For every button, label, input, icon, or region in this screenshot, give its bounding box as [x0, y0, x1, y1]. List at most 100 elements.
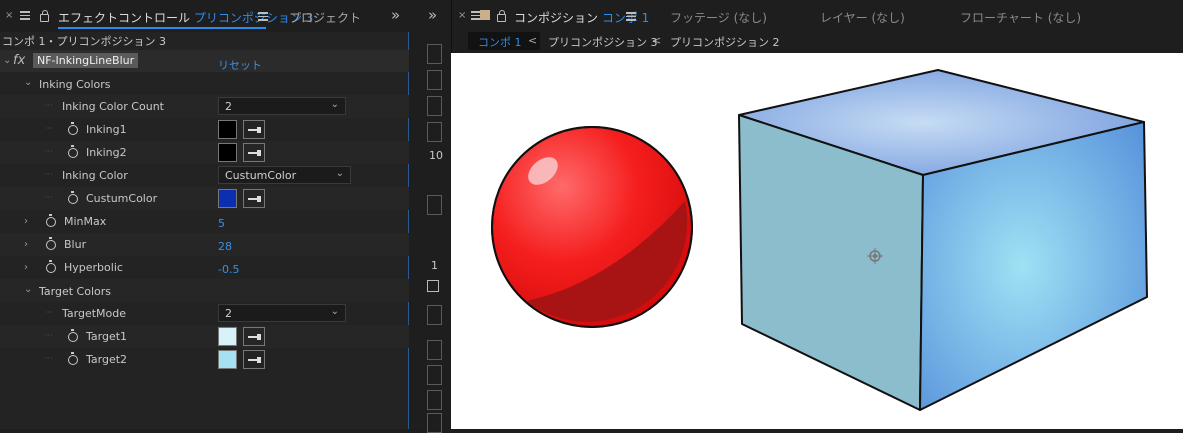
expand-chevron-icon[interactable]: › [24, 216, 28, 227]
minmax-row [0, 210, 409, 233]
minmax-value[interactable]: 5 [218, 217, 225, 230]
blur-label: Blur [64, 238, 87, 251]
close-tab-button[interactable]: × [458, 10, 466, 21]
reset-link[interactable]: リセット [218, 57, 262, 73]
target-mode-value: 2 [225, 307, 232, 320]
custum-color-swatch[interactable] [218, 189, 237, 208]
inking-color-value: CustumColor [225, 169, 297, 182]
composition-viewer[interactable] [451, 53, 1183, 429]
hyperbolic-row [0, 256, 409, 279]
strip-control[interactable] [427, 96, 442, 116]
expand-chevron-icon[interactable]: › [24, 239, 28, 250]
active-tab-underline [58, 27, 266, 29]
effect-collapse-chevron-icon[interactable]: ⌄ [3, 55, 11, 66]
tab-menu-icon[interactable] [258, 12, 268, 23]
stopwatch-icon[interactable] [68, 352, 78, 365]
eyedropper-icon[interactable] [243, 120, 265, 139]
blur-value[interactable]: 28 [218, 240, 232, 253]
custum-color-row [0, 187, 409, 210]
strip-control[interactable] [427, 365, 442, 385]
strip-value: 1 [431, 259, 438, 272]
eyedropper-icon[interactable] [243, 350, 265, 369]
panel-overflow-button[interactable]: » [391, 6, 400, 24]
strip-value: 10 [429, 149, 443, 162]
inking-color-count-label: Inking Color Count [62, 100, 164, 113]
breadcrumb-separator: < [652, 34, 662, 47]
fx-toggle-icon[interactable]: fx [13, 53, 25, 68]
target1-color-swatch[interactable] [218, 327, 237, 346]
target-colors-group-label: Target Colors [39, 285, 111, 298]
stopwatch-icon[interactable] [46, 237, 56, 250]
stopwatch-icon[interactable] [46, 214, 56, 227]
lock-icon[interactable] [40, 10, 49, 22]
close-tab-button[interactable]: × [5, 10, 13, 21]
inking-colors-group-label: Inking Colors [39, 78, 111, 91]
expand-chevron-icon[interactable]: › [24, 262, 28, 273]
breadcrumb-precomp2[interactable]: プリコンポジション 2 [670, 34, 780, 50]
tab-project[interactable]: プロジェクト [289, 9, 361, 26]
tab-menu-icon[interactable] [626, 12, 636, 23]
tab-effect-controls-label: エフェクトコントロール [58, 11, 191, 25]
minmax-label: MinMax [64, 215, 107, 228]
eyedropper-icon[interactable] [243, 327, 265, 346]
inking1-label: Inking1 [86, 123, 127, 136]
expand-chevron-icon[interactable]: ⌄ [24, 284, 32, 295]
breadcrumb-comp1[interactable]: コンポ 1 [478, 34, 522, 50]
inking-color-count-value: 2 [225, 100, 232, 113]
target2-color-swatch[interactable] [218, 350, 237, 369]
custum-color-label: CustumColor [86, 192, 158, 205]
strip-overflow-button[interactable]: » [428, 6, 437, 24]
viewer-canvas [491, 69, 1148, 411]
inking-color-dropdown[interactable]: CustumColor ⌄ [218, 166, 351, 184]
panel-menu-icon[interactable] [20, 11, 30, 22]
inking1-row [0, 118, 409, 141]
inking2-color-swatch[interactable] [218, 143, 237, 162]
strip-control[interactable] [427, 390, 442, 410]
strip-control[interactable] [427, 413, 442, 433]
effect-controls-panel: × エフェクトコントロール プリコンポジション 3 プロジェクト » コンポ 1… [0, 0, 409, 429]
target1-label: Target1 [86, 330, 128, 343]
strip-control[interactable] [427, 122, 442, 142]
eyedropper-icon[interactable] [243, 143, 265, 162]
target1-row [0, 325, 409, 348]
tree-dots-icon: ··· [45, 354, 53, 363]
target2-label: Target2 [86, 353, 128, 366]
inking-color-count-dropdown[interactable]: 2 ⌄ [218, 97, 346, 115]
tab-flowchart[interactable]: フローチャート (なし) [960, 9, 1081, 26]
strip-control[interactable] [427, 305, 442, 325]
expand-chevron-icon[interactable]: ⌄ [24, 77, 32, 88]
tab-footage[interactable]: フッテージ (なし) [670, 9, 767, 26]
target2-row [0, 348, 409, 371]
eyedropper-icon[interactable] [243, 189, 265, 208]
blur-row [0, 233, 409, 256]
chevron-down-icon: ⌄ [335, 168, 344, 179]
chevron-down-icon: ⌄ [330, 306, 339, 317]
strip-control[interactable] [427, 44, 442, 64]
lock-icon[interactable] [497, 10, 506, 22]
strip-control[interactable] [427, 340, 442, 360]
stopwatch-icon[interactable] [46, 260, 56, 273]
inking2-row [0, 141, 409, 164]
breadcrumb-precomp3[interactable]: プリコンポジション 3 [548, 34, 658, 50]
inking1-color-swatch[interactable] [218, 120, 237, 139]
strip-checkbox[interactable] [427, 280, 439, 292]
chevron-down-icon: ⌄ [330, 99, 339, 110]
stopwatch-icon[interactable] [68, 145, 78, 158]
breadcrumb-separator: < [528, 34, 538, 47]
tab-effect-controls[interactable]: エフェクトコントロール プリコンポジション 3 [58, 9, 313, 26]
blue-cube [738, 69, 1148, 411]
stopwatch-icon[interactable] [68, 191, 78, 204]
target-mode-label: TargetMode [62, 307, 127, 320]
target-mode-dropdown[interactable]: 2 ⌄ [218, 304, 346, 322]
stopwatch-icon[interactable] [68, 329, 78, 342]
strip-control[interactable] [427, 195, 442, 215]
breadcrumb: コンポ 1・プリコンポジション 3 [2, 35, 166, 48]
tree-dots-icon: ··· [45, 124, 53, 133]
hyperbolic-value[interactable]: -0.5 [218, 263, 239, 276]
stopwatch-icon[interactable] [68, 122, 78, 135]
strip-control[interactable] [427, 70, 442, 90]
tab-layer[interactable]: レイヤー (なし) [820, 9, 905, 26]
effect-name[interactable]: NF-InkingLineBlur [33, 53, 139, 68]
tree-dots-icon: ··· [45, 101, 53, 110]
inking2-label: Inking2 [86, 146, 127, 159]
